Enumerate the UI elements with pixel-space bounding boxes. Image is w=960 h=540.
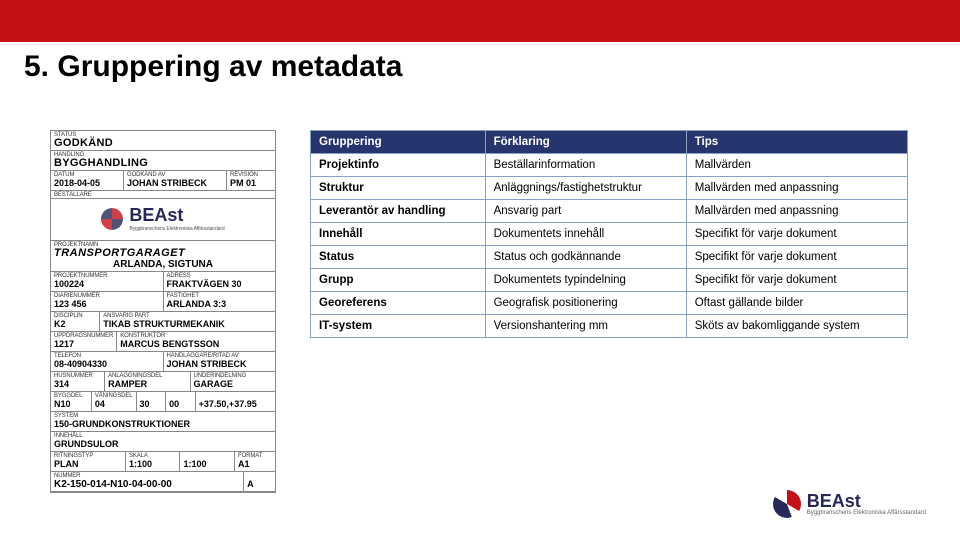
th-forklaring: Förklaring [485, 131, 686, 154]
table-row: StrukturAnläggnings/fastighetstrukturMal… [311, 177, 908, 200]
table-cell: Struktur [311, 177, 486, 200]
table-row: Leverantör av handlingAnsvarig partMallv… [311, 200, 908, 223]
val-handling: BYGGHANDLING [54, 158, 272, 169]
table-cell: IT-system [311, 315, 486, 338]
val-reva: A [247, 479, 272, 490]
val-hus: 314 [54, 379, 101, 390]
document-form-card: STATUSGODKÄND HANDLINGBYGGHANDLING DATUM… [50, 130, 276, 493]
th-tips: Tips [686, 131, 907, 154]
footer-logo: BEAst Byggbranschens Elektroniska Affärs… [773, 490, 926, 518]
table-cell: Versionshantering mm [485, 315, 686, 338]
val-kons: MARCUS BENGTSSON [120, 339, 272, 350]
val-nummer: K2-150-014-N10-04-00-00 [54, 479, 240, 490]
table-cell: Dokumentets innehåll [485, 223, 686, 246]
table-cell: Ansvarig part [485, 200, 686, 223]
footer-brand: BEAst [807, 492, 926, 510]
val-format: A1 [238, 459, 272, 470]
table-cell: Specifikt för varje dokument [686, 223, 907, 246]
val-tel: 08-40904330 [54, 359, 160, 370]
val-diarie: 123 456 [54, 299, 160, 310]
metadata-table: Gruppering Förklaring Tips ProjektinfoBe… [310, 130, 908, 338]
val-fastighet: ARLANDA 3:3 [167, 299, 273, 310]
table-cell: Sköts av bakomliggande system [686, 315, 907, 338]
val-ort: ARLANDA, SIGTUNA [54, 259, 272, 270]
table-cell: Grupp [311, 269, 486, 292]
beast-footer-icon [773, 490, 801, 518]
form-logo-row: BEAst Byggbranschens Elektroniska Affärs… [51, 199, 275, 241]
val-projnamn: TRANSPORTGARAGET [54, 248, 272, 259]
table-row: StatusStatus och godkännandeSpecifikt fö… [311, 246, 908, 269]
table-cell: Status och godkännande [485, 246, 686, 269]
lbl-bestallare: BESTÄLLARE [54, 192, 272, 198]
val-van3: 00 [169, 399, 192, 410]
table-cell: Beställarinformation [485, 154, 686, 177]
table-cell: Innehåll [311, 223, 486, 246]
table-row: IT-systemVersionshantering mmSköts av ba… [311, 315, 908, 338]
table-row: GruppDokumentets typindelningSpecifikt f… [311, 269, 908, 292]
table-cell: Mallvärden med anpassning [686, 177, 907, 200]
table-cell: Projektinfo [311, 154, 486, 177]
val-innehall: GRUNDSULOR [54, 439, 272, 450]
val-van2: 30 [140, 399, 163, 410]
beast-logo-subtext: Byggbranschens Elektroniska Affärsstanda… [129, 226, 224, 232]
table-cell: Georeferens [311, 292, 486, 315]
val-datum: 2018-04-05 [54, 178, 120, 189]
val-uppdr: 1217 [54, 339, 113, 350]
table-cell: Geografisk positionering [485, 292, 686, 315]
val-skala2: 1:100 [183, 459, 231, 470]
val-projnr: 100224 [54, 279, 160, 290]
footer-sub: Byggbranschens Elektroniska Affärsstanda… [807, 510, 926, 516]
slide: 5. Gruppering av metadata STATUSGODKÄND … [0, 0, 960, 540]
val-godkand: JOHAN STRIBECK [127, 178, 223, 189]
val-status: GODKÄND [54, 138, 272, 149]
val-ansv: TIKAB STRUKTURMEKANIK [103, 319, 272, 330]
table-header-row: Gruppering Förklaring Tips [311, 131, 908, 154]
beast-logo-icon [101, 208, 123, 230]
page-title: 5. Gruppering av metadata [24, 50, 402, 84]
table-cell: Dokumentets typindelning [485, 269, 686, 292]
table-cell: Oftast gällande bilder [686, 292, 907, 315]
table-row: ProjektinfoBeställarinformationMallvärde… [311, 154, 908, 177]
beast-logo-text: BEAst [129, 205, 224, 226]
val-disc: K2 [54, 319, 96, 330]
table-cell: Specifikt för varje dokument [686, 246, 907, 269]
table-cell: Mallvärden med anpassning [686, 200, 907, 223]
val-ritn: PLAN [54, 459, 122, 470]
table-cell: Anläggnings/fastighetstruktur [485, 177, 686, 200]
table-cell: Leverantör av handling [311, 200, 486, 223]
val-sek: GARAGE [194, 379, 272, 390]
table-cell: Status [311, 246, 486, 269]
table-cell: Mallvärden [686, 154, 907, 177]
val-anl: RAMPER [108, 379, 186, 390]
val-adress: FRAKTVÄGEN 30 [167, 279, 273, 290]
val-n: N10 [54, 399, 88, 410]
val-rev: PM 01 [230, 178, 272, 189]
th-gruppering: Gruppering [311, 131, 486, 154]
val-van1: 04 [95, 399, 133, 410]
val-skala1: 1:100 [129, 459, 177, 470]
table-row: GeoreferensGeografisk positioneringOftas… [311, 292, 908, 315]
val-koord: +37.50,+37.95 [199, 399, 272, 410]
val-hand: JOHAN STRIBECK [167, 359, 273, 370]
table-cell: Specifikt för varje dokument [686, 269, 907, 292]
table-row: InnehållDokumentets innehållSpecifikt fö… [311, 223, 908, 246]
val-system: 150-GRUNDKONSTRUKTIONER [54, 419, 272, 430]
